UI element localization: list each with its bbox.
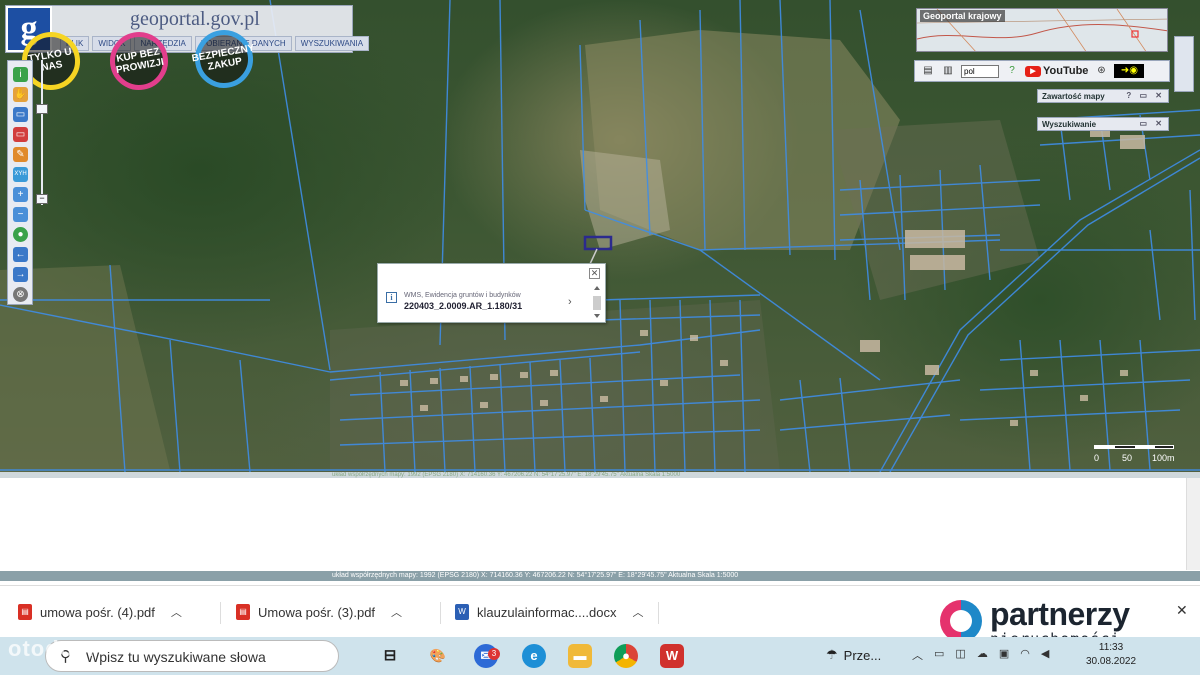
info-tool-icon[interactable]: i [13,67,28,82]
system-tray: ︿ ▭ ◫ ☁ ▣ ◠ ◀ [912,647,1049,663]
file-explorer-icon[interactable]: ▬ [568,644,592,668]
taskbar-clock[interactable]: 11:33 30.08.2022 [1086,641,1136,669]
otodom-watermark: otodom [8,636,95,661]
notification-badge: 3 [488,648,500,660]
zoom-slider-knob[interactable] [36,104,48,114]
paint-palette-icon[interactable]: 🎨 [426,644,450,668]
youtube-play-icon: ▶ [1025,65,1041,77]
panel-search-controls[interactable]: ▭ ✕ [1140,119,1165,128]
search-placeholder: Wpisz tu wyszukiwane słowa [86,649,266,665]
right-side-strip[interactable] [1174,36,1194,92]
site-title: geoportal.gov.pl [130,8,260,30]
zoom-out-icon[interactable]: − [13,207,28,222]
scale-label-50: 50 [1122,453,1133,463]
panel-map-content[interactable]: Zawartość mapy ? ▭ ✕ [1037,89,1169,103]
zoom-in-icon[interactable]: + [13,187,28,202]
youtube-link[interactable]: ▶ YouTube [1025,65,1088,77]
menu-item-wyszukiwania[interactable]: WYSZUKIWANIA [294,36,370,51]
accessibility-eye-icon[interactable]: ➜◉ [1114,64,1145,78]
wifi-icon[interactable]: ◠ [1020,647,1030,663]
chevron-right-icon[interactable]: › [568,296,572,308]
chevron-up-icon[interactable]: ︿ [632,604,643,620]
right-toolbar: ▤ ▥ pol ? ▶ YouTube ⊛ ➜◉ [914,60,1170,82]
scale-label-0: 0 [1094,453,1100,463]
select-box-icon[interactable]: ▭ [13,107,28,122]
forward-arrow-icon[interactable]: → [13,267,28,282]
language-select[interactable]: pol [961,64,999,78]
panel-map-content-controls[interactable]: ? ▭ ✕ [1126,91,1165,100]
page-scrollbar[interactable] [1186,478,1200,570]
pdf-file-icon: ▤ [236,604,250,620]
chevron-up-icon[interactable]: ︿ [391,604,402,620]
minimap-title: Geoportal krajowy [920,10,1005,22]
display-icon[interactable]: ▣ [999,647,1009,663]
clear-selection-icon[interactable]: ▭ [13,127,28,142]
panel-map-content-title: Zawartość mapy [1042,92,1105,101]
scale-bar: 0 50 100m [1094,443,1180,465]
settings-wheel-icon[interactable]: ⊛ [1094,64,1108,78]
popup-close-icon[interactable]: ✕ [589,268,600,279]
meet-icon[interactable]: ◫ [955,647,965,663]
popup-source: WMS, Ewidencja gruntów i budynków [404,292,521,299]
map-tools-toolbar: i ✋ ▭ ▭ ✎ XYH + − ● ← → ⊗ [7,60,33,305]
globe-icon[interactable]: ● [13,227,28,242]
download-item[interactable]: ▤ Umowa pośr. (3).pdf ︿ [236,596,402,628]
panel-search-title: Wyszukiwanie [1042,120,1097,129]
download-item[interactable]: W klauzulainformac....docx ︿ [455,596,643,628]
weather-label: Prze... [843,647,882,663]
popup-parcel-id[interactable]: 220403_2.0009.AR_1.180/31 [404,301,522,311]
status-bar: układ współrzędnych mapy: 1992 (EPSG 218… [0,571,1200,581]
full-extent-icon[interactable]: ⊗ [13,287,28,302]
download-name: klauzulainformac....docx [477,604,617,620]
volume-icon[interactable]: ◀ [1041,647,1049,663]
edge-browser-icon[interactable]: e [522,644,546,668]
download-name: Umowa pośr. (3).pdf [258,604,376,620]
youtube-label: YouTube [1043,65,1089,77]
docx-file-icon: W [455,604,469,620]
download-name: umowa pośr. (4).pdf [40,604,155,620]
info-icon: i [386,292,397,303]
cloud-icon[interactable]: ☁ [977,647,988,663]
pdf-file-icon: ▤ [18,604,32,620]
brand-name: partnerzy [990,596,1130,632]
close-downloads-icon[interactable]: ✕ [1176,602,1188,619]
print-icon[interactable]: ▤ [921,64,935,78]
scale-label-100: 100m [1152,453,1175,463]
popup-scrollbar[interactable] [592,286,602,320]
measure-icon[interactable]: XYH [13,167,28,182]
weather-widget[interactable]: ☂ Prze... [826,647,881,663]
umbrella-icon: ☂ [826,647,838,662]
video-icon[interactable]: ▭ [934,647,944,663]
clock-time: 11:33 [1098,642,1124,653]
pencil-icon[interactable]: ✎ [13,147,28,162]
zoom-slider[interactable]: − [36,60,48,205]
task-view-icon[interactable]: ⊟ [378,644,402,668]
export-icon[interactable]: ▥ [941,64,955,78]
windows-taskbar: ⚲ Wpisz tu wyszukiwane słowa ⊟ 🎨 ✉ 3 e ▬… [0,637,1200,675]
help-icon[interactable]: ? [1005,64,1019,78]
back-arrow-icon[interactable]: ← [13,247,28,262]
wps-office-icon[interactable]: W [660,644,684,668]
parcel-info-popup: ✕ i WMS, Ewidencja gruntów i budynków 22… [377,263,606,323]
panel-search[interactable]: Wyszukiwanie ▭ ✕ [1037,117,1169,131]
chevron-up-icon[interactable]: ︿ [171,604,182,620]
clock-date: 30.08.2022 [1086,656,1137,667]
download-item[interactable]: ▤ umowa pośr. (4).pdf ︿ [18,596,182,628]
status-bar-ghost: układ współrzędnych mapy: 1992 (EPSG 218… [0,472,1200,478]
zoom-minus-knob[interactable]: − [36,194,48,204]
chrome-browser-icon[interactable]: ● [614,644,638,668]
chevron-up-icon[interactable]: ︿ [912,647,923,663]
pan-hand-icon[interactable]: ✋ [13,87,28,102]
